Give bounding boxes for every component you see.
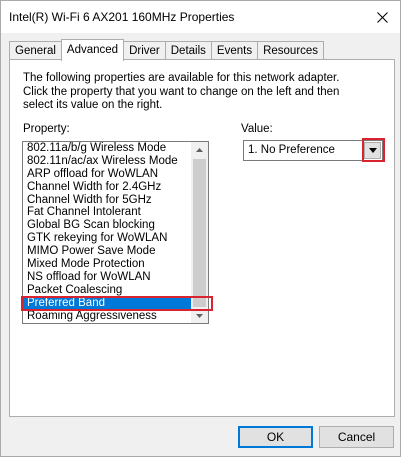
scroll-thumb[interactable] — [193, 159, 206, 307]
list-item[interactable]: NS offload for WoWLAN — [23, 271, 191, 284]
value-selected-text: 1. No Preference — [248, 144, 335, 156]
value-label: Value: — [241, 123, 273, 135]
list-item[interactable]: Roaming Aggressiveness — [23, 310, 191, 323]
advanced-panel: The following properties are available f… — [9, 59, 395, 417]
title-bar: Intel(R) Wi-Fi 6 AX201 160MHz Properties — [1, 1, 400, 33]
list-item[interactable]: ARP offload for WoWLAN — [23, 168, 191, 181]
list-item[interactable]: Mixed Mode Protection — [23, 258, 191, 271]
list-item[interactable]: 802.11a/b/g Wireless Mode — [23, 142, 191, 155]
close-button[interactable] — [364, 1, 400, 33]
tab-events[interactable]: Events — [210, 41, 259, 61]
tab-general[interactable]: General — [9, 41, 62, 61]
list-item-selected[interactable]: Preferred Band — [23, 296, 191, 310]
tab-resources[interactable]: Resources — [257, 41, 325, 61]
list-item[interactable]: Fat Channel Intolerant — [23, 206, 191, 219]
tab-advanced[interactable]: Advanced — [60, 39, 125, 61]
list-item[interactable]: Channel Width for 2.4GHz — [23, 181, 191, 194]
list-item[interactable]: 802.11n/ac/ax Wireless Mode — [23, 155, 191, 168]
list-item[interactable]: Global BG Scan blocking — [23, 219, 191, 232]
chevron-down-icon — [368, 148, 377, 153]
tab-driver[interactable]: Driver — [123, 41, 166, 61]
tab-strip: General Advanced Driver Details Events R… — [9, 39, 325, 61]
list-scrollbar[interactable] — [191, 142, 208, 323]
value-dropdown[interactable]: 1. No Preference — [243, 140, 383, 161]
dropdown-button[interactable] — [364, 142, 381, 159]
properties-dialog: Intel(R) Wi-Fi 6 AX201 160MHz Properties… — [0, 0, 401, 457]
tab-details[interactable]: Details — [164, 41, 212, 61]
ok-button[interactable]: OK — [238, 426, 313, 448]
list-item[interactable]: Channel Width for 5GHz — [23, 194, 191, 207]
scroll-down-icon[interactable] — [191, 308, 208, 323]
property-label: Property: — [23, 123, 70, 135]
property-listbox[interactable]: 802.11a/b/g Wireless Mode 802.11n/ac/ax … — [22, 141, 209, 324]
scroll-up-icon[interactable] — [191, 142, 208, 157]
list-item[interactable]: MIMO Power Save Mode — [23, 245, 191, 258]
list-item[interactable]: Packet Coalescing — [23, 284, 191, 297]
description-text: The following properties are available f… — [23, 72, 340, 111]
list-item[interactable]: GTK rekeying for WoWLAN — [23, 232, 191, 245]
cancel-button[interactable]: Cancel — [319, 426, 394, 448]
close-icon — [376, 11, 388, 23]
window-title: Intel(R) Wi-Fi 6 AX201 160MHz Properties — [9, 10, 235, 24]
